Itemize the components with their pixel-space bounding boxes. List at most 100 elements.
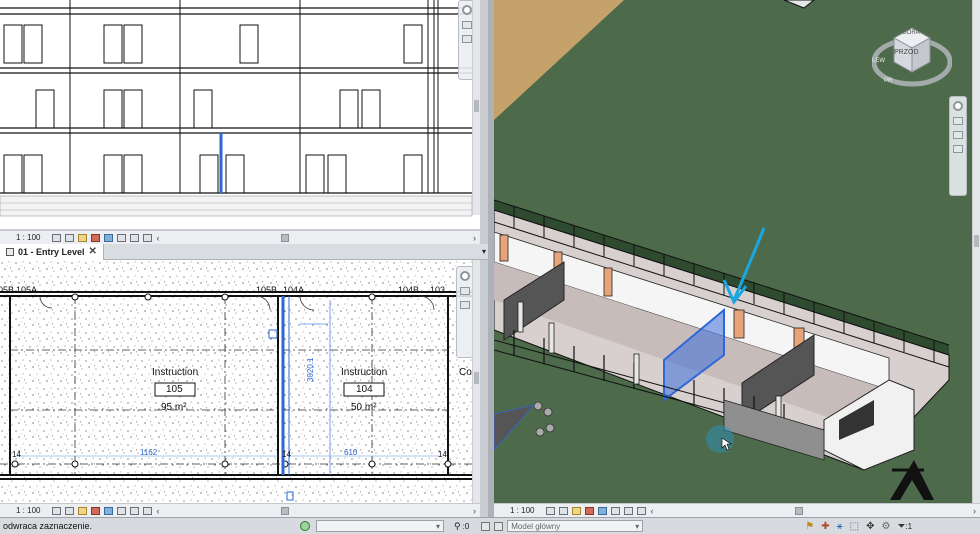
steering-wheel-icon[interactable] [462,5,472,15]
visual-style-icon[interactable] [65,506,75,515]
filter-count: :1 [905,521,913,531]
tab-label: 01 - Entry Level [18,246,85,257]
select-links-icon[interactable]: ⚑ [805,521,814,532]
door-tag[interactable]: 105A [16,285,37,295]
zoom-icon[interactable] [460,287,470,295]
crop-view-icon[interactable] [598,506,608,515]
reveal-hidden-icon[interactable] [637,506,647,515]
room-area[interactable]: 50 m² [351,402,377,413]
scroll-right-icon[interactable]: › [973,506,976,516]
room-name[interactable]: Instruction [152,367,198,378]
plan-view-tabbar: 01 - Entry Level ✕ ▾ [0,243,490,260]
room-number[interactable]: 105 [166,384,183,395]
grid-label[interactable]: 14 [12,450,21,459]
pan-icon[interactable] [462,35,472,43]
crop-view-icon[interactable] [104,506,114,515]
editable-only-icon[interactable]: ⚲ [454,521,461,532]
plan-scale[interactable]: 1 : 100 [4,506,48,515]
plan-view[interactable]: 05B 105A 105B 104A 104B 103 Instruction … [0,260,480,503]
steering-wheel-icon[interactable] [460,271,470,281]
grid-label[interactable]: 14 [438,450,447,459]
door-tag[interactable]: 103 [430,285,445,295]
horizontal-scroll-thumb[interactable] [281,506,290,515]
scroll-left-icon[interactable]: ‹ [650,506,653,516]
sun-path-icon[interactable] [78,506,88,515]
room-number[interactable]: 104 [356,384,373,395]
scroll-right-icon[interactable]: › [473,233,476,243]
settings-gear-icon[interactable]: ⚙ [881,521,890,532]
shadows-icon[interactable] [91,506,101,515]
3d-vertical-scrollbar[interactable] [972,0,980,503]
shadows-icon[interactable] [91,233,101,242]
elevation-view-control-bar: 1 : 100 ‹ › [0,230,480,244]
tab-entry-level[interactable]: 01 - Entry Level ✕ [0,243,104,260]
view-splitter[interactable] [488,0,494,517]
worksets-icon[interactable] [300,521,310,531]
drag-elements-icon[interactable]: ✥ [866,521,874,532]
design-options-icon[interactable] [481,521,491,531]
scroll-left-icon[interactable]: ‹ [156,233,159,243]
select-underlay-icon[interactable]: ✚ [821,521,829,532]
plan-view-control-bar: 1 : 100 ‹ › [0,503,480,517]
elevation-scale[interactable]: 1 : 100 [4,233,48,242]
show-crop-icon[interactable] [117,506,127,515]
pan-icon[interactable] [953,131,963,139]
scroll-right-icon[interactable]: › [473,506,476,516]
sun-path-icon[interactable] [78,233,88,242]
plan-drawing [0,260,480,503]
detail-level-icon[interactable] [52,233,62,242]
show-crop-icon[interactable] [117,233,127,242]
show-crop-icon[interactable] [611,506,621,515]
select-by-face-icon[interactable]: ⬚ [850,521,859,532]
filter-icon[interactable]: ⏷ [897,521,905,532]
viewcube-top-face[interactable]: GÓRA [902,30,920,36]
3d-navigation-bar[interactable] [949,96,967,196]
room-name[interactable]: Instruction [341,367,387,378]
shadows-icon[interactable] [585,506,595,515]
horizontal-scroll-thumb[interactable] [795,506,804,515]
viewcube[interactable]: GÓRA PRZÓD LEW PR [871,18,953,88]
viewcube-left-label[interactable]: LEW [872,58,885,64]
plan-vertical-scrollbar[interactable] [472,260,480,503]
design-options-icon-2[interactable] [494,521,504,531]
room-area[interactable]: 95 m² [161,402,187,413]
zoom-icon[interactable] [462,21,472,29]
viewcube-front-face[interactable]: PRZÓD [894,49,919,56]
3d-scale[interactable]: 1 : 100 [498,506,542,515]
door-tag[interactable]: 104B [398,285,419,295]
viewcube-right-label[interactable]: PR [884,78,892,84]
pan-icon[interactable] [460,301,470,309]
zoom-icon[interactable] [953,117,963,125]
sun-path-icon[interactable] [572,506,582,515]
close-icon[interactable]: ✕ [89,246,97,257]
door-tag[interactable]: 105B [256,285,277,295]
elevation-view[interactable] [0,0,480,229]
dimension-label[interactable]: 1162 [140,448,157,457]
temporary-hide-icon[interactable] [624,506,634,515]
scroll-left-icon[interactable]: ‹ [156,506,159,516]
workset-dropdown[interactable]: ▾ [316,520,444,532]
view-3d[interactable]: GÓRA PRZÓD LEW PR [494,0,980,503]
temporary-hide-icon[interactable] [130,506,140,515]
crop-view-icon[interactable] [104,233,114,242]
horizontal-scroll-thumb[interactable] [281,233,290,242]
temporary-hide-icon[interactable] [130,233,140,242]
select-pinned-icon[interactable]: ⚹ [837,521,843,532]
reveal-hidden-icon[interactable] [143,506,153,515]
status-message: odwraca zaznaczenie. [3,521,93,531]
detail-level-icon[interactable] [52,506,62,515]
detail-level-icon[interactable] [546,506,556,515]
dimension-label[interactable]: 610 [344,448,357,457]
door-tag[interactable]: 05B [0,285,14,295]
dimension-label[interactable]: 3020.1 [306,358,315,382]
visual-style-icon[interactable] [65,233,75,242]
visual-style-icon[interactable] [559,506,569,515]
3d-view-control-bar: 1 : 100 ‹ › [494,503,980,517]
door-tag[interactable]: 104A [283,285,304,295]
reveal-hidden-icon[interactable] [143,233,153,242]
elevation-vertical-scrollbar[interactable] [472,0,480,215]
active-model-dropdown[interactable]: Model główny ▾ [507,520,644,532]
orbit-icon[interactable] [953,145,963,153]
grid-label[interactable]: 14 [282,450,291,459]
steering-wheel-icon[interactable] [953,101,963,111]
